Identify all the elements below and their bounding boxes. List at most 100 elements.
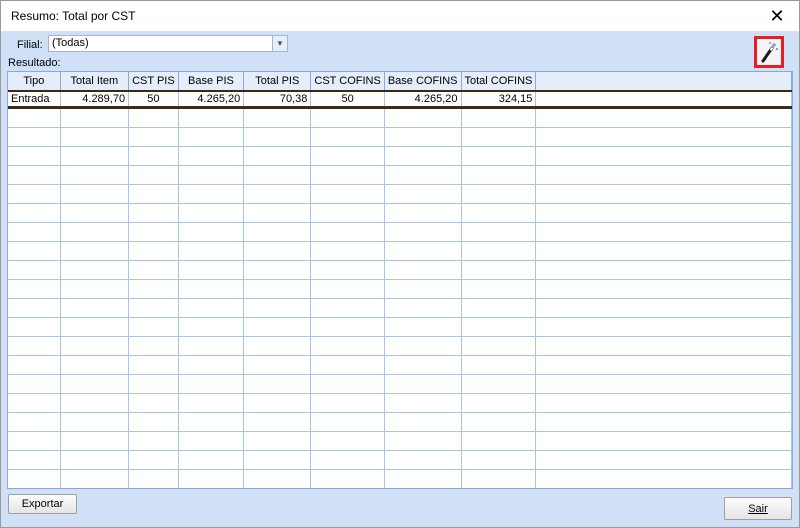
- empty-cell: [243, 279, 312, 299]
- empty-cell: [384, 165, 462, 185]
- empty-cell: [243, 317, 312, 337]
- empty-cell: [8, 431, 61, 451]
- empty-cell: [243, 450, 312, 470]
- empty-cell: [60, 127, 130, 147]
- empty-cell: [8, 107, 61, 128]
- cell-tipo[interactable]: Entrada: [8, 90, 61, 109]
- cell-total-pis[interactable]: 70,38: [243, 90, 312, 109]
- cell-total-cofins[interactable]: 324,15: [461, 90, 537, 109]
- empty-cell: [60, 260, 130, 280]
- column-header-base-pis[interactable]: Base PIS: [178, 72, 245, 92]
- exit-button[interactable]: Sair: [724, 497, 792, 520]
- empty-row: [8, 374, 792, 394]
- empty-cell: [461, 279, 537, 299]
- empty-cell: [461, 336, 537, 356]
- close-icon[interactable]: ✕: [755, 1, 799, 31]
- empty-cell: [461, 203, 537, 223]
- empty-row: [8, 241, 792, 261]
- empty-cell: [310, 241, 385, 261]
- empty-cell: [128, 317, 179, 337]
- empty-cell: [310, 450, 385, 470]
- title-bar: Resumo: Total por CST ✕: [1, 1, 799, 31]
- empty-cell: [310, 260, 385, 280]
- empty-cell: [384, 412, 462, 432]
- empty-cell: [60, 279, 130, 299]
- cell-total-item[interactable]: 4.289,70: [60, 90, 130, 109]
- magic-wand-button[interactable]: [754, 36, 784, 68]
- results-grid[interactable]: Tipo Total Item CST PIS Base PIS Total P…: [7, 71, 793, 489]
- empty-cell: [178, 298, 245, 318]
- filial-select[interactable]: (Todas) ▼: [48, 35, 288, 52]
- cell-base-cofins[interactable]: 4.265,20: [384, 90, 462, 109]
- empty-cell: [60, 450, 130, 470]
- empty-cell: [128, 374, 179, 394]
- empty-cell: [384, 127, 462, 147]
- empty-cell: [310, 165, 385, 185]
- column-header-cst-cofins[interactable]: CST COFINS: [310, 72, 385, 92]
- filial-label: Filial:: [17, 39, 43, 51]
- empty-cell: [243, 431, 312, 451]
- empty-cell: [535, 317, 792, 337]
- empty-cell: [178, 146, 245, 166]
- column-header-total-item[interactable]: Total Item: [60, 72, 130, 92]
- empty-cell: [384, 298, 462, 318]
- export-button[interactable]: Exportar: [8, 494, 77, 514]
- cell-cst-pis[interactable]: 50: [128, 90, 179, 109]
- empty-cell: [535, 374, 792, 394]
- empty-cell: [384, 184, 462, 204]
- dialog-window: Resumo: Total por CST ✕ Filial: (Todas) …: [0, 0, 800, 528]
- column-header-cst-pis[interactable]: CST PIS: [128, 72, 179, 92]
- empty-cell: [310, 222, 385, 242]
- empty-cell: [461, 107, 537, 128]
- empty-cell: [128, 298, 179, 318]
- empty-cell: [310, 336, 385, 356]
- empty-row: [8, 431, 792, 451]
- empty-cell: [243, 260, 312, 280]
- empty-row: [8, 184, 792, 204]
- empty-cell: [535, 241, 792, 261]
- empty-cell: [384, 469, 462, 488]
- empty-cell: [461, 165, 537, 185]
- empty-cell: [60, 336, 130, 356]
- empty-cell: [178, 260, 245, 280]
- results-table: Tipo Total Item CST PIS Base PIS Total P…: [8, 72, 792, 488]
- empty-cell: [384, 279, 462, 299]
- table-row[interactable]: Entrada 4.289,70 50 4.265,20 70,38 50 4.…: [8, 90, 792, 109]
- empty-cell: [461, 450, 537, 470]
- empty-cell: [310, 203, 385, 223]
- empty-cell: [535, 146, 792, 166]
- empty-cell: [128, 222, 179, 242]
- empty-cell: [243, 184, 312, 204]
- empty-cell: [243, 165, 312, 185]
- cell-base-pis[interactable]: 4.265,20: [178, 90, 245, 109]
- cell-cst-cofins[interactable]: 50: [310, 90, 385, 109]
- empty-cell: [178, 469, 245, 488]
- window-title: Resumo: Total por CST: [11, 9, 136, 23]
- empty-cell: [461, 222, 537, 242]
- empty-cell: [384, 203, 462, 223]
- empty-cell: [8, 127, 61, 147]
- column-header-total-cofins[interactable]: Total COFINS: [461, 72, 537, 92]
- empty-cell: [310, 146, 385, 166]
- column-header-base-cofins[interactable]: Base COFINS: [384, 72, 462, 92]
- column-header-total-pis[interactable]: Total PIS: [243, 72, 312, 92]
- empty-cell: [310, 127, 385, 147]
- empty-cell: [8, 374, 61, 394]
- empty-cell: [310, 279, 385, 299]
- empty-cell: [178, 222, 245, 242]
- empty-cell: [60, 393, 130, 413]
- empty-cell: [8, 279, 61, 299]
- empty-cell: [384, 393, 462, 413]
- empty-cell: [243, 412, 312, 432]
- empty-cell: [60, 184, 130, 204]
- empty-cell: [8, 298, 61, 318]
- empty-cell: [8, 165, 61, 185]
- empty-cell: [461, 374, 537, 394]
- column-header-tipo[interactable]: Tipo: [8, 72, 61, 92]
- empty-cell: [535, 222, 792, 242]
- chevron-down-icon[interactable]: ▼: [272, 36, 287, 51]
- empty-row: [8, 469, 792, 488]
- empty-cell: [243, 355, 312, 375]
- header-row: Tipo Total Item CST PIS Base PIS Total P…: [8, 72, 792, 92]
- empty-cell: [128, 450, 179, 470]
